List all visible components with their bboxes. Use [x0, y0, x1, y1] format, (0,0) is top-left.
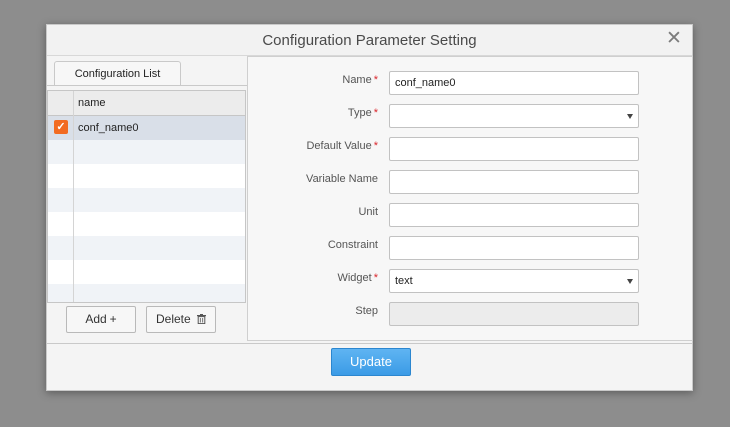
empty-row [48, 164, 245, 188]
config-parameter-dialog: Configuration Parameter Setting ✕ Config… [46, 24, 693, 391]
required-marker: * [373, 107, 378, 119]
variable-name-input[interactable] [389, 170, 639, 194]
plus-icon: + [109, 312, 117, 326]
empty-row [48, 188, 245, 212]
close-icon[interactable]: ✕ [666, 29, 682, 49]
default-value-input[interactable] [389, 137, 639, 161]
name-label: Name * [342, 74, 378, 86]
table-row[interactable]: ✓ conf_name0 [48, 116, 245, 140]
constraint-input[interactable] [389, 236, 639, 260]
chevron-down-icon [627, 114, 633, 119]
empty-row [48, 236, 245, 260]
tab-configuration-list[interactable]: Configuration List [54, 61, 181, 86]
required-marker: * [373, 272, 378, 284]
type-label: Type * [347, 107, 378, 119]
footer-divider [47, 343, 692, 344]
name-input[interactable]: conf_name0 [389, 71, 639, 95]
dialog-titlebar: Configuration Parameter Setting ✕ [47, 25, 692, 56]
required-marker: * [373, 140, 378, 152]
variable-name-label: Variable Name [306, 173, 378, 185]
configuration-grid: name ✓ conf_name0 [47, 90, 246, 303]
add-label: Add [85, 312, 107, 326]
grid-header: name [48, 91, 245, 116]
unit-input[interactable] [389, 203, 639, 227]
step-input [389, 302, 639, 326]
row-name: conf_name0 [78, 122, 139, 134]
delete-button[interactable]: Delete [146, 306, 216, 333]
empty-row [48, 140, 245, 164]
type-select[interactable] [389, 104, 639, 128]
row-checkbox[interactable]: ✓ [54, 120, 68, 134]
empty-row [48, 212, 245, 236]
default-value-label: Default Value * [306, 140, 378, 152]
add-button[interactable]: Add + [66, 306, 136, 333]
widget-select[interactable]: text [389, 269, 639, 293]
constraint-label: Constraint [327, 239, 378, 251]
trash-icon [194, 312, 207, 326]
update-button[interactable]: Update [331, 348, 411, 376]
chevron-down-icon [627, 279, 633, 284]
dialog-title: Configuration Parameter Setting [262, 32, 477, 49]
empty-row [48, 284, 245, 302]
widget-label: Widget * [337, 272, 378, 284]
column-separator [73, 91, 74, 302]
unit-label: Unit [358, 206, 378, 218]
column-header-name[interactable]: name [78, 97, 106, 109]
required-marker: * [373, 74, 378, 86]
step-label: Step [355, 305, 378, 317]
parameter-form: Name * conf_name0 Type * Default Value * Va… [247, 56, 693, 341]
tab-divider [47, 85, 247, 86]
delete-label: Delete [155, 312, 191, 326]
empty-row [48, 260, 245, 284]
